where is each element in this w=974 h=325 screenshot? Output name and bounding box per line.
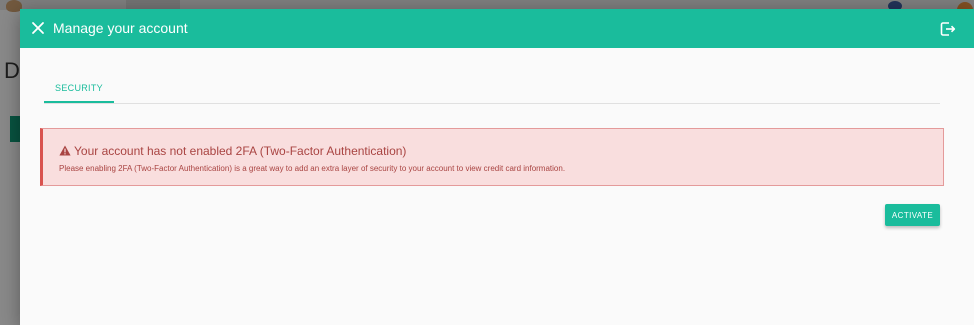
close-button[interactable] (29, 19, 47, 37)
2fa-warning-alert: Your account has not enabled 2FA (Two-Fa… (40, 128, 944, 186)
alert-heading-row: Your account has not enabled 2FA (Two-Fa… (59, 144, 406, 158)
logout-icon (940, 22, 956, 36)
alert-message: Please enabling 2FA (Two-Factor Authenti… (59, 164, 566, 173)
dialog-title: Manage your account (53, 20, 188, 36)
dialog-header: Manage your account (20, 9, 974, 48)
tab-bar: SECURITY (44, 75, 940, 104)
manage-account-dialog: Manage your account SECURITY Your accoun… (20, 9, 974, 325)
close-icon (32, 22, 44, 34)
tab-security[interactable]: SECURITY (44, 75, 114, 103)
warning-icon (59, 145, 71, 156)
logout-button[interactable] (939, 20, 957, 38)
activate-button[interactable]: ACTIVATE (885, 204, 940, 226)
alert-heading: Your account has not enabled 2FA (Two-Fa… (74, 144, 407, 158)
